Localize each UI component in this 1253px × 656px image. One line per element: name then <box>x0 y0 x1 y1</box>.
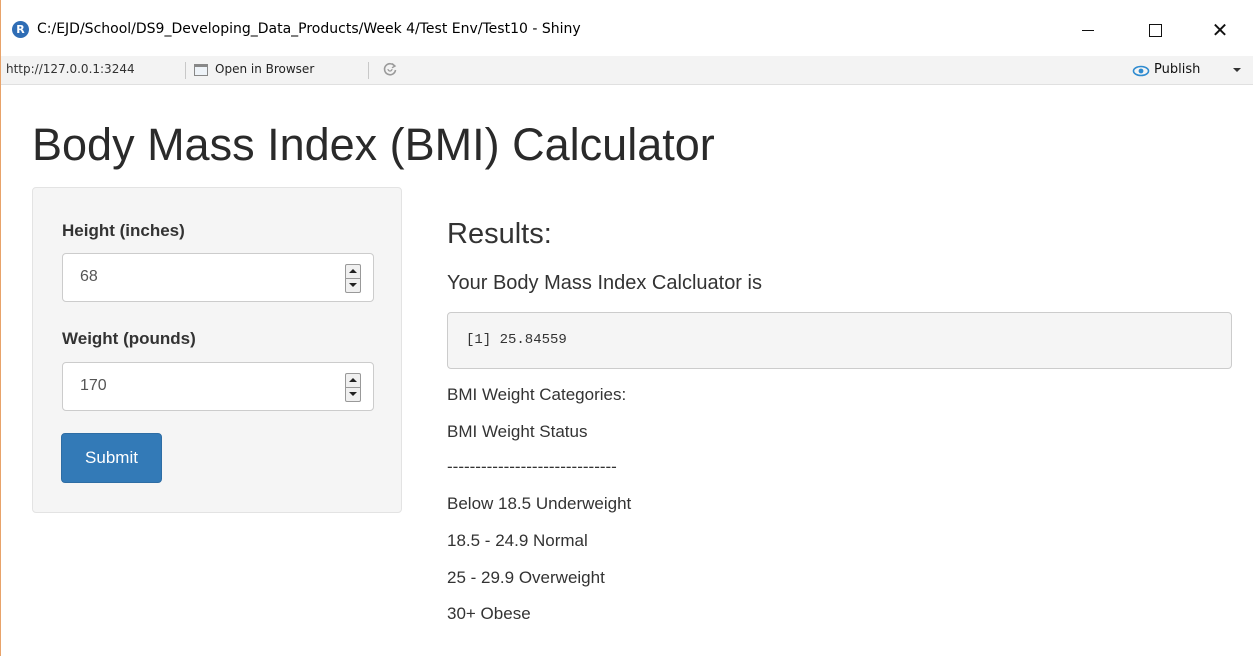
increment-arrow-icon[interactable] <box>346 265 360 279</box>
viewer-toolbar: http://127.0.0.1:3244 Open in Browser Pu… <box>1 56 1253 85</box>
bmi-output-box: [1] 25.84559 <box>447 312 1232 369</box>
category-line: BMI Weight Categories: <box>447 385 627 404</box>
close-icon: ✕ <box>1211 18 1229 42</box>
input-panel: Height (inches) 68 Weight (pounds) 170 S… <box>32 187 402 513</box>
url-label: http://127.0.0.1:3244 <box>6 62 135 76</box>
maximize-button[interactable] <box>1132 12 1178 48</box>
category-line: ------------------------------ <box>447 457 617 476</box>
toolbar-divider <box>368 62 369 79</box>
maximize-icon <box>1149 24 1162 37</box>
publish-icon[interactable] <box>1132 64 1150 77</box>
weight-label: Weight (pounds) <box>62 329 196 348</box>
category-line: 18.5 - 24.9 Normal <box>447 531 588 550</box>
publish-dropdown-caret-icon[interactable] <box>1233 68 1241 72</box>
window-title: C:/EJD/School/DS9_Developing_Data_Produc… <box>37 21 581 37</box>
title-bar: R C:/EJD/School/DS9_Developing_Data_Prod… <box>1 0 1253 52</box>
category-line: Below 18.5 Underweight <box>447 494 632 513</box>
open-in-browser-button[interactable]: Open in Browser <box>215 62 314 76</box>
minimize-button[interactable] <box>1065 12 1111 48</box>
height-label: Height (inches) <box>62 221 185 240</box>
weight-stepper[interactable] <box>345 373 361 402</box>
results-heading: Results: <box>447 218 552 250</box>
height-input[interactable]: 68 <box>62 253 374 302</box>
bmi-output-value: [1] 25.84559 <box>466 332 567 348</box>
increment-arrow-icon[interactable] <box>346 374 360 388</box>
weight-value: 170 <box>80 377 107 394</box>
decrement-arrow-icon[interactable] <box>346 388 360 401</box>
results-subheading: Your Body Mass Index Calcluator is <box>447 272 762 294</box>
r-logo-icon: R <box>12 21 29 38</box>
rstudio-viewer-window: R C:/EJD/School/DS9_Developing_Data_Prod… <box>0 0 1253 656</box>
browser-window-icon[interactable] <box>194 64 208 76</box>
category-line: 30+ Obese <box>447 604 531 623</box>
close-button[interactable]: ✕ <box>1197 12 1243 48</box>
refresh-icon[interactable] <box>382 61 398 77</box>
publish-button[interactable]: Publish <box>1154 62 1200 77</box>
minimize-icon <box>1082 30 1094 31</box>
weight-input[interactable]: 170 <box>62 362 374 411</box>
page-title: Body Mass Index (BMI) Calculator <box>32 119 715 170</box>
category-line: 25 - 29.9 Overweight <box>447 568 605 587</box>
submit-button[interactable]: Submit <box>61 433 162 483</box>
height-stepper[interactable] <box>345 264 361 293</box>
height-value: 68 <box>80 268 98 285</box>
toolbar-divider <box>185 62 186 79</box>
decrement-arrow-icon[interactable] <box>346 279 360 292</box>
category-line: BMI Weight Status <box>447 422 588 441</box>
